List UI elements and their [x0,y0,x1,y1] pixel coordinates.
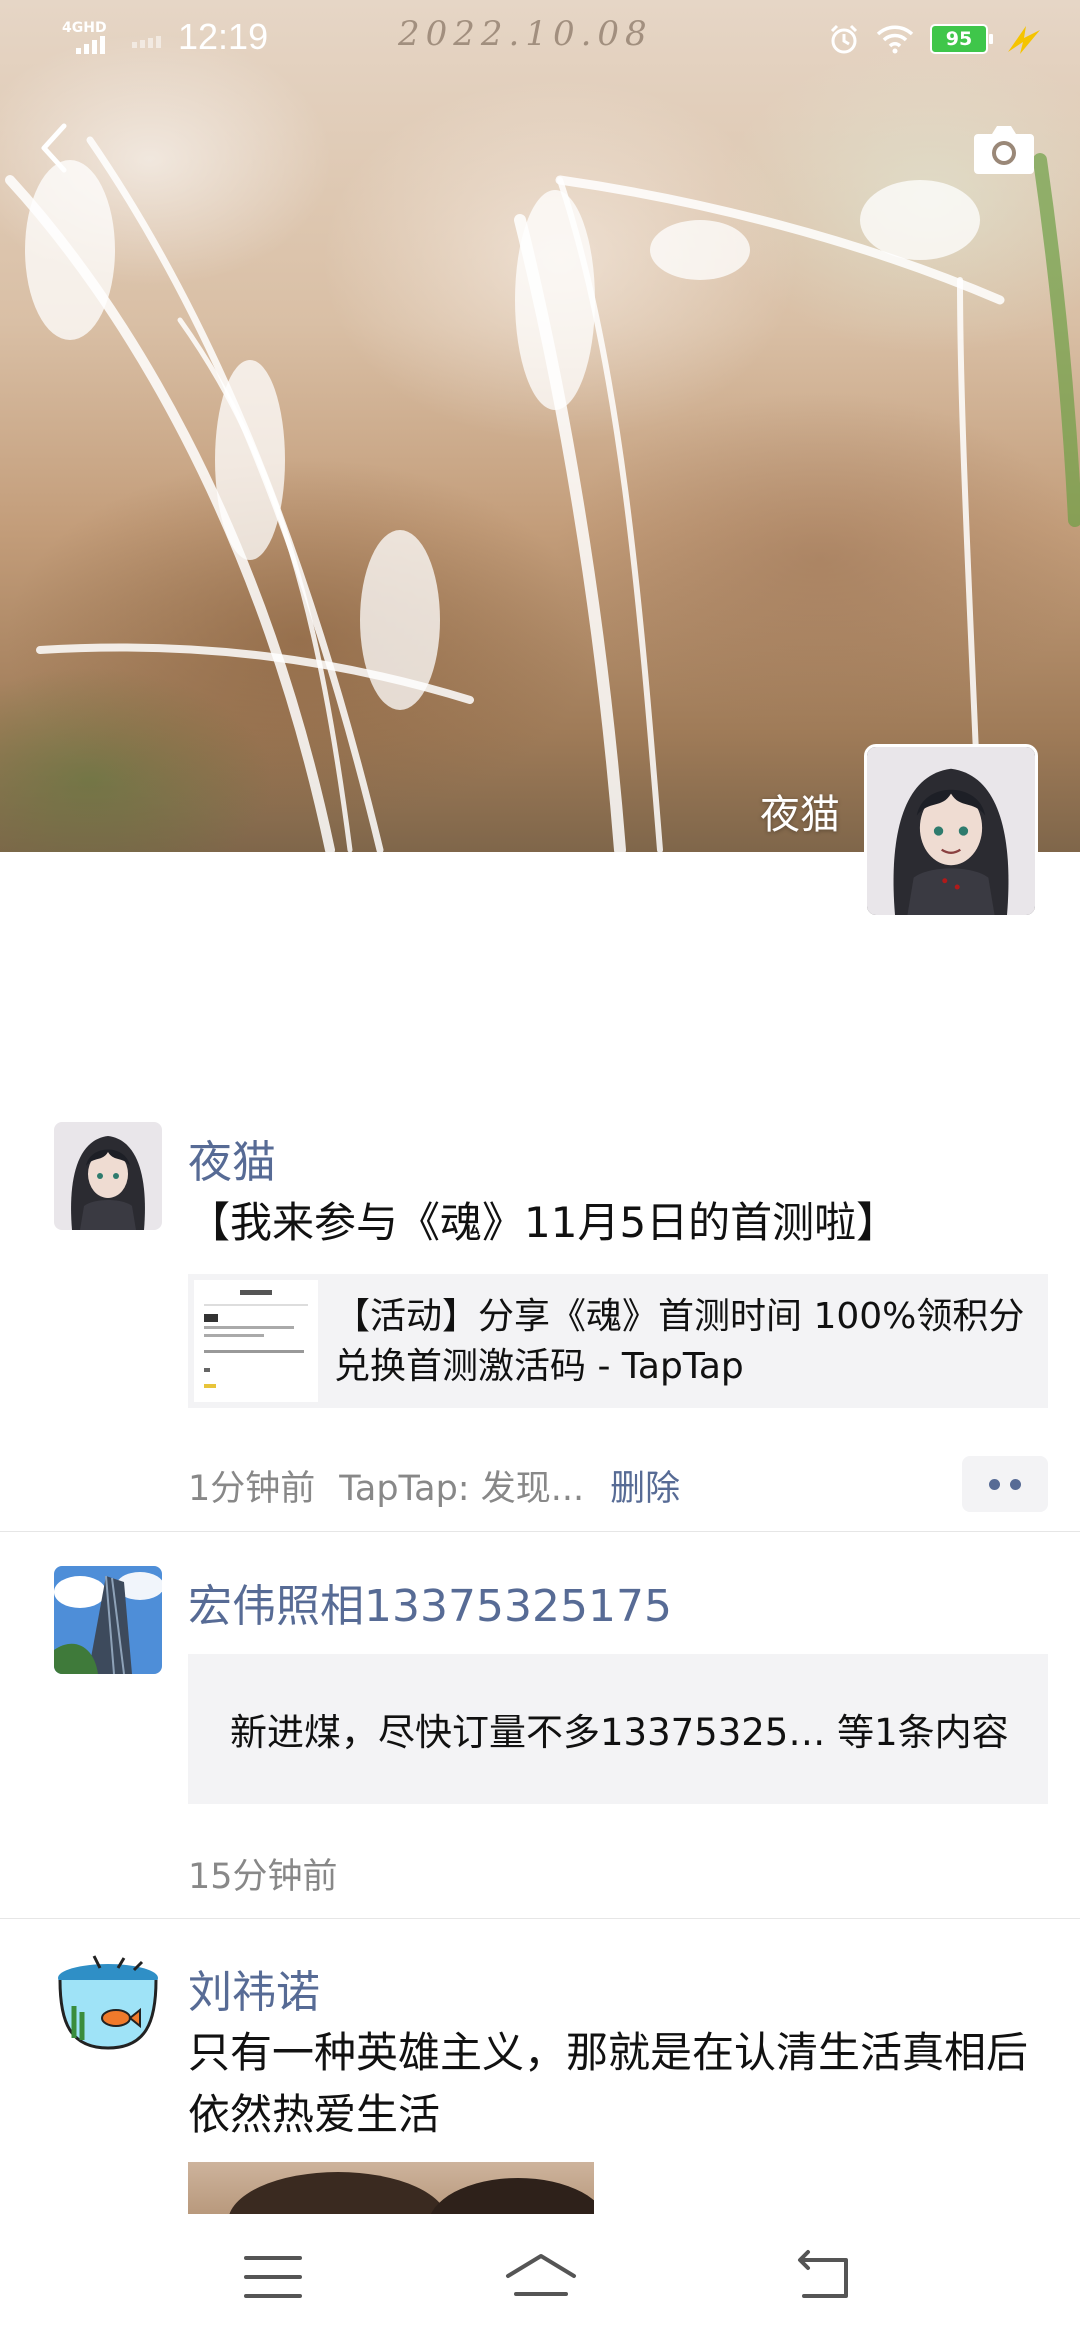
post-nickname[interactable]: 夜猫 [188,1126,276,1190]
post-text: 只有一种英雄主义，那就是在认清生活真相后依然热爱生活 [188,2028,1029,2139]
post-nickname[interactable]: 刘祎诺 [188,1956,320,2020]
clock-time: 12:19 [178,16,269,57]
summary-card[interactable]: 新进煤，尽快订量不多13375325… 等1条内容 [188,1654,1048,1804]
system-nav-bar [0,2214,1080,2340]
post-meta: 1分钟前 TapTap: 发现... 删除 [188,1460,680,1511]
charging-icon [1008,26,1040,54]
post-nickname[interactable]: 宏伟照相13375325175 [188,1570,672,1634]
post-time: 15分钟前 [188,1857,338,1897]
back-icon[interactable] [778,2244,868,2310]
network-type: 4GHD [62,20,107,36]
owner-name: 夜猫 [760,792,840,838]
avatar[interactable] [54,1122,162,1230]
divider [0,1918,1080,1919]
menu-icon[interactable] [228,2244,318,2310]
divider [0,1531,1080,1532]
home-icon[interactable] [496,2244,586,2310]
post-image[interactable] [188,2162,594,2218]
delete-button[interactable]: 删除 [610,1469,680,1509]
chevron-left-icon[interactable] [30,118,80,178]
camera-icon[interactable] [972,122,1036,176]
post-source[interactable]: TapTap: 发现... [339,1469,584,1509]
link-card[interactable]: 【活动】分享《魂》首测时间 100%领积分兑换首测激活码 - TapTap [188,1274,1048,1408]
avatar[interactable] [54,1566,162,1674]
battery-level: 95 [945,28,973,50]
frosted-grass-image [5,136,1080,852]
secondary-signal-icon [132,36,161,48]
link-title: 【活动】分享《魂》首测时间 100%领积分兑换首测激活码 - TapTap [334,1296,1025,1387]
more-actions-button[interactable] [962,1456,1048,1512]
signal-icon: 4GHD [62,20,110,60]
alarm-icon [830,24,858,54]
post-meta: 15分钟前 [188,1848,338,1899]
link-thumbnail [194,1280,318,1402]
photo-date-watermark: 2022.10.08 [398,14,653,54]
avatar[interactable] [54,1952,162,2060]
owner-avatar[interactable] [864,744,1038,918]
battery-icon: 95 [930,24,993,54]
dot-icon [989,1478,1000,1490]
dot-icon [1010,1478,1021,1490]
wifi-icon [876,25,914,54]
post-time: 1分钟前 [188,1469,316,1509]
cover-photo[interactable]: 4GHD 12:19 2022.10.08 95 夜猫 [0,0,1080,852]
post-text: 【我来参与《魂》11月5日的首测啦】 [188,1198,899,1247]
status-bar: 4GHD 12:19 2022.10.08 95 [0,0,1080,80]
